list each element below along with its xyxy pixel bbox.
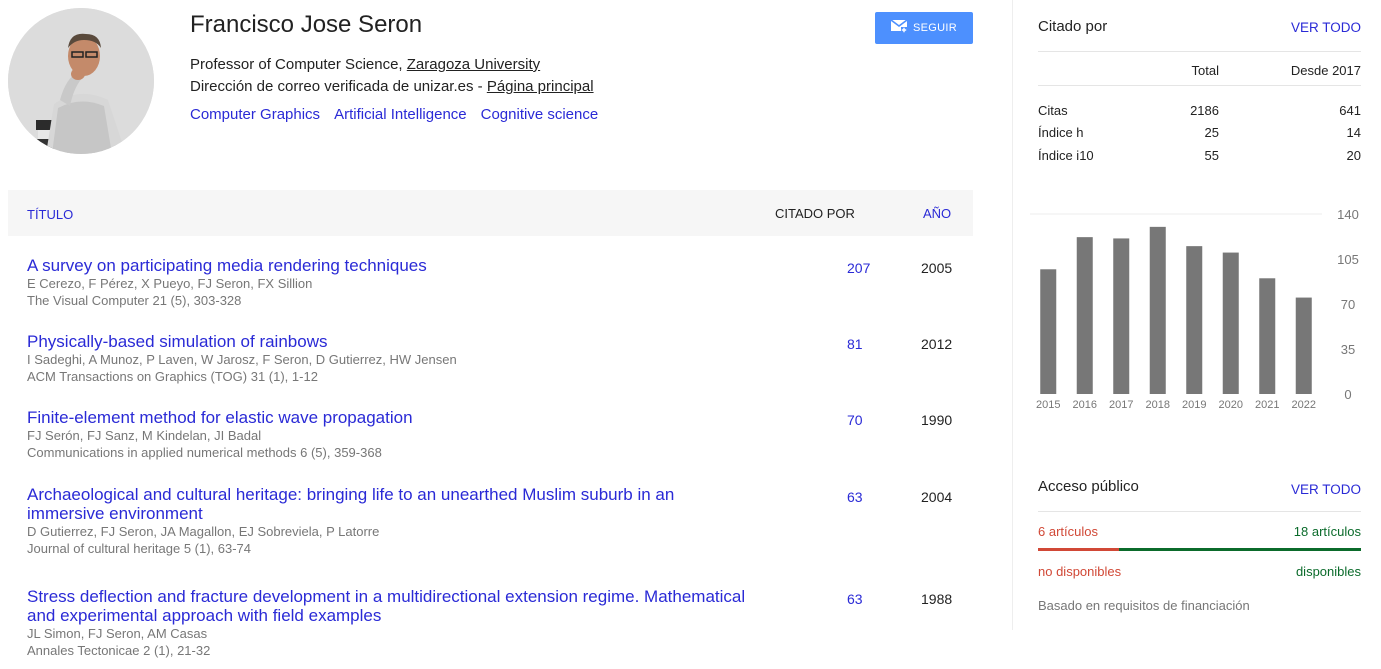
y-tick-label: 105: [1337, 252, 1359, 267]
stat-since: 641: [1339, 103, 1361, 118]
table-row: Archaeological and cultural heritage: br…: [8, 485, 973, 587]
chart-bar[interactable]: [1259, 278, 1276, 394]
article-authors: D Gutierrez, FJ Seron, JA Magallon, EJ S…: [27, 524, 380, 539]
chart-bar[interactable]: [1222, 252, 1239, 394]
x-tick-label: 2021: [1255, 399, 1279, 411]
follow-button[interactable]: SEGUIR: [875, 12, 973, 44]
interest-link[interactable]: Computer Graphics: [190, 106, 320, 123]
article-venue: The Visual Computer 21 (5), 303-328: [27, 293, 242, 308]
table-row: Physically-based simulation of rainbows …: [8, 332, 973, 408]
chart-bar[interactable]: [1076, 237, 1093, 394]
x-tick-label: 2017: [1109, 399, 1133, 411]
article-authors: JL Simon, FJ Seron, AM Casas: [27, 626, 208, 641]
affiliation-prefix: Professor of Computer Science,: [190, 56, 407, 73]
article-cited-count[interactable]: 81: [847, 336, 863, 352]
cited-by-view-all[interactable]: VER TODO: [1291, 20, 1361, 35]
unavailable-label: no disponibles: [1038, 564, 1122, 579]
x-tick-label: 2018: [1146, 399, 1170, 411]
sort-by-year[interactable]: AÑO: [923, 206, 951, 221]
article-title[interactable]: Finite-element method for elastic wave p…: [27, 408, 747, 427]
affiliation-link[interactable]: Zaragoza University: [407, 56, 540, 73]
article-authors: I Sadeghi, A Munoz, P Laven, W Jarosz, F…: [27, 352, 457, 367]
y-tick-label: 70: [1341, 297, 1355, 312]
unavailable-bar: [1038, 548, 1119, 551]
stat-total: 25: [1204, 125, 1219, 140]
article-venue: Journal of cultural heritage 5 (1), 63-7…: [27, 541, 252, 556]
stat-since: 14: [1346, 125, 1361, 140]
articles-table-header: TÍTULO CITADO POR AÑO: [8, 190, 973, 236]
follow-label: SEGUIR: [913, 22, 957, 34]
y-tick-label: 0: [1344, 387, 1351, 402]
article-title[interactable]: Archaeological and cultural heritage: br…: [27, 485, 747, 523]
y-tick-label: 35: [1341, 342, 1355, 357]
stat-since: 20: [1346, 148, 1361, 163]
stat-label: Índice i10: [1038, 148, 1094, 163]
x-tick-label: 2020: [1219, 399, 1243, 411]
article-authors: FJ Serón, FJ Sanz, M Kindelan, JI Badal: [27, 428, 262, 443]
profile-name: Francisco Jose Seron: [190, 11, 423, 38]
divider: [1038, 511, 1361, 512]
interests-list: Computer Graphics Artificial Intelligence…: [190, 104, 612, 126]
table-row: Stress deflection and fracture developme…: [8, 587, 973, 667]
cited-by-column-header: CITADO POR: [775, 206, 855, 221]
profile-photo: [8, 8, 154, 154]
y-tick-label: 140: [1337, 210, 1359, 222]
profile-affiliation: Professor of Computer Science, Zaragoza …: [190, 54, 540, 76]
col-total-header: Total: [1191, 63, 1219, 78]
article-year: 2004: [921, 489, 953, 505]
interest-link[interactable]: Artificial Intelligence: [334, 106, 467, 123]
article-cited-count[interactable]: 70: [847, 412, 863, 428]
chart-bar[interactable]: [1040, 269, 1057, 394]
article-year: 2012: [921, 336, 953, 352]
sort-by-title[interactable]: TÍTULO: [27, 207, 73, 222]
x-tick-label: 2015: [1036, 399, 1060, 411]
x-tick-label: 2019: [1182, 399, 1206, 411]
funding-footnote: Basado en requisitos de financiación: [1038, 598, 1250, 613]
chart-bar[interactable]: [1186, 246, 1203, 394]
available-articles-link[interactable]: 18 artículos: [1294, 524, 1361, 539]
homepage-link[interactable]: Página principal: [487, 78, 594, 95]
article-cited-count[interactable]: 63: [847, 489, 863, 505]
article-title[interactable]: Physically-based simulation of rainbows: [27, 332, 747, 351]
stat-label: Índice h: [1038, 125, 1084, 140]
chart-bar[interactable]: [1149, 226, 1166, 394]
column-divider: [1012, 0, 1013, 630]
article-title[interactable]: A survey on participating media renderin…: [27, 256, 747, 275]
article-cited-count[interactable]: 207: [847, 260, 870, 276]
available-bar: [1119, 548, 1361, 551]
article-venue: Communications in applied numerical meth…: [27, 445, 382, 460]
stat-total: 55: [1204, 148, 1219, 163]
article-authors: E Cerezo, F Pérez, X Pueyo, FJ Seron, FX…: [27, 276, 313, 291]
table-row: A survey on participating media renderin…: [8, 256, 973, 332]
article-venue: Annales Tectonicae 2 (1), 21-32: [27, 643, 211, 658]
chart-bar[interactable]: [1113, 238, 1130, 394]
article-title[interactable]: Stress deflection and fracture developme…: [27, 587, 747, 625]
public-access-panel: Acceso público VER TODO 6 artículos 18 a…: [1038, 478, 1361, 618]
table-row: Finite-element method for elastic wave p…: [8, 408, 973, 485]
article-venue: ACM Transactions on Graphics (TOG) 31 (1…: [27, 369, 318, 384]
article-year: 2005: [921, 260, 953, 276]
x-tick-label: 2022: [1292, 399, 1316, 411]
mail-plus-icon: [890, 19, 908, 36]
article-year: 1990: [921, 412, 953, 428]
stat-total: 2186: [1190, 103, 1219, 118]
unavailable-articles-link[interactable]: 6 artículos: [1038, 524, 1098, 539]
article-year: 1988: [921, 591, 953, 607]
interest-link[interactable]: Cognitive science: [481, 106, 599, 123]
email-text: Dirección de correo verificada de unizar…: [190, 78, 487, 95]
chart-bar[interactable]: [1295, 297, 1312, 394]
x-tick-label: 2016: [1073, 399, 1097, 411]
public-access-view-all[interactable]: VER TODO: [1291, 482, 1361, 497]
citations-per-year-chart: 140 105 70 35 0 2015 2016 2017 2018 2019 2020 2021 2…: [1030, 210, 1359, 411]
divider: [1038, 85, 1361, 86]
stat-label: Citas: [1038, 103, 1068, 118]
profile-email: Dirección de correo verificada de unizar…: [190, 76, 594, 98]
divider: [1038, 51, 1361, 52]
col-since-header: Desde 2017: [1290, 63, 1361, 78]
articles-list: A survey on participating media renderin…: [8, 256, 973, 667]
article-cited-count[interactable]: 63: [847, 591, 863, 607]
available-label: disponibles: [1295, 564, 1361, 579]
cited-by-panel: Citado por VER TODO Total Desde 2017 Cit…: [1038, 18, 1361, 188]
